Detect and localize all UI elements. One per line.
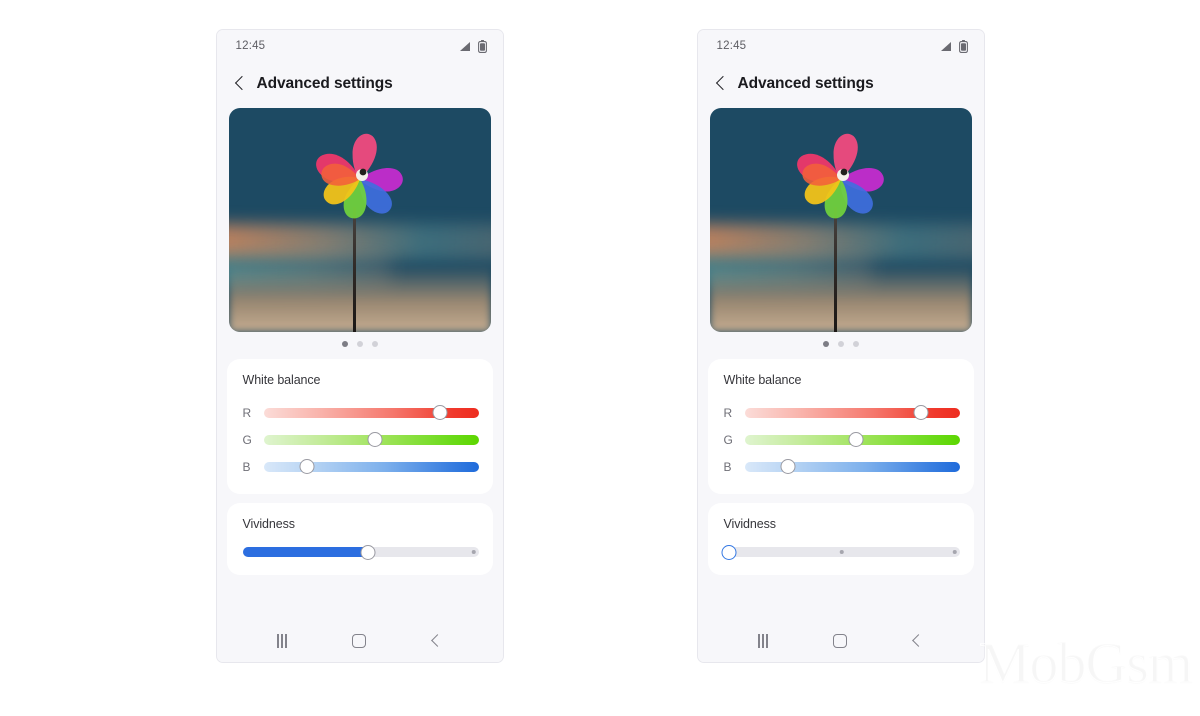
page-dot[interactable] [852, 341, 859, 347]
app-bar: Advanced settings [697, 62, 984, 106]
preview-image[interactable] [228, 108, 491, 332]
slider-thumb[interactable] [432, 405, 448, 420]
status-time: 12:45 [716, 40, 747, 52]
spacer [216, 584, 503, 620]
white-balance-rows: RGB [724, 399, 960, 480]
page-dot[interactable] [822, 341, 829, 347]
signal-bars-icon [459, 41, 470, 51]
vividness-slider[interactable] [721, 543, 960, 561]
white-balance-row-g: G [724, 426, 960, 453]
page-title: Advanced settings [256, 75, 393, 92]
channel-slider-b[interactable] [263, 459, 479, 474]
battery-icon [958, 39, 968, 53]
nav-bar [697, 620, 984, 662]
recents-icon[interactable] [276, 634, 288, 648]
ground-glow [228, 264, 491, 332]
slider-tick [471, 549, 477, 555]
slider-thumb[interactable] [367, 432, 383, 447]
vividness-thumb[interactable] [360, 544, 376, 560]
ground-glow [709, 264, 972, 332]
back-icon[interactable] [430, 634, 442, 648]
vividness-title: Vividness [242, 517, 295, 531]
pinwheel-icon [315, 133, 403, 219]
preview-wrapper [216, 106, 503, 332]
vividness-card: Vividness [226, 503, 493, 575]
slider-thumb[interactable] [848, 432, 864, 447]
app-bar: Advanced settings [216, 62, 503, 106]
back-chevron-icon[interactable] [716, 74, 728, 94]
channel-slider-g[interactable] [744, 432, 960, 447]
white-balance-card: White balance RGB [707, 359, 974, 494]
channel-label: R [242, 405, 252, 420]
page-dots[interactable] [216, 332, 503, 359]
vividness-card: Vividness [707, 503, 974, 575]
nav-bar [216, 620, 503, 662]
status-bar: 12:45 [697, 30, 984, 62]
slider-tick [952, 549, 958, 555]
white-balance-row-b: B [724, 453, 960, 480]
vividness-title: Vividness [723, 517, 776, 531]
white-balance-row-r: R [243, 399, 479, 426]
channel-slider-r[interactable] [263, 405, 479, 420]
page-dot[interactable] [356, 341, 363, 347]
page-dots[interactable] [697, 332, 984, 359]
slider-track [744, 461, 960, 472]
white-balance-title: White balance [723, 373, 802, 387]
vividness-fill [242, 547, 368, 557]
recents-icon[interactable] [757, 634, 769, 648]
status-time: 12:45 [235, 40, 266, 52]
white-balance-rows: RGB [243, 399, 479, 480]
page-title: Advanced settings [737, 75, 874, 92]
slider-tick [839, 549, 844, 555]
slider-thumb[interactable] [913, 405, 929, 420]
phone-mockup-right: 12:45 Advanced settings White balance R … [697, 30, 984, 662]
signal-bars-icon [940, 41, 951, 51]
spacer [697, 584, 984, 620]
status-bar: 12:45 [216, 30, 503, 62]
vividness-slider[interactable] [242, 543, 479, 561]
status-icons [939, 39, 968, 53]
phone-mockup-left: 12:45 Advanced settings White balance R … [216, 30, 503, 662]
channel-slider-g[interactable] [263, 432, 479, 447]
channel-label: B [723, 459, 732, 474]
page-dot[interactable] [341, 341, 348, 347]
white-balance-row-g: G [243, 426, 479, 453]
preview-wrapper [697, 106, 984, 332]
channel-label: G [242, 432, 252, 447]
pinwheel-icon [796, 133, 884, 219]
phone-comparison-stage: 12:45 Advanced settings White balance R … [0, 0, 1200, 716]
vividness-thumb[interactable] [721, 544, 737, 560]
white-balance-title: White balance [242, 373, 321, 387]
white-balance-row-b: B [243, 453, 479, 480]
page-dot[interactable] [371, 341, 378, 347]
slider-thumb[interactable] [780, 459, 795, 474]
slider-thumb[interactable] [299, 459, 314, 474]
home-icon[interactable] [832, 634, 847, 648]
status-icons [458, 39, 487, 53]
slider-track [263, 461, 479, 472]
channel-label: B [242, 459, 251, 474]
home-icon[interactable] [351, 634, 366, 648]
channel-slider-b[interactable] [744, 459, 960, 474]
battery-icon [477, 39, 487, 53]
white-balance-row-r: R [724, 399, 960, 426]
channel-label: G [723, 432, 733, 447]
back-icon[interactable] [911, 634, 923, 648]
channel-label: R [723, 405, 733, 420]
channel-slider-r[interactable] [744, 405, 960, 420]
back-chevron-icon[interactable] [235, 74, 247, 94]
white-balance-card: White balance RGB [226, 359, 493, 494]
page-dot[interactable] [837, 341, 844, 347]
preview-image[interactable] [709, 108, 972, 332]
